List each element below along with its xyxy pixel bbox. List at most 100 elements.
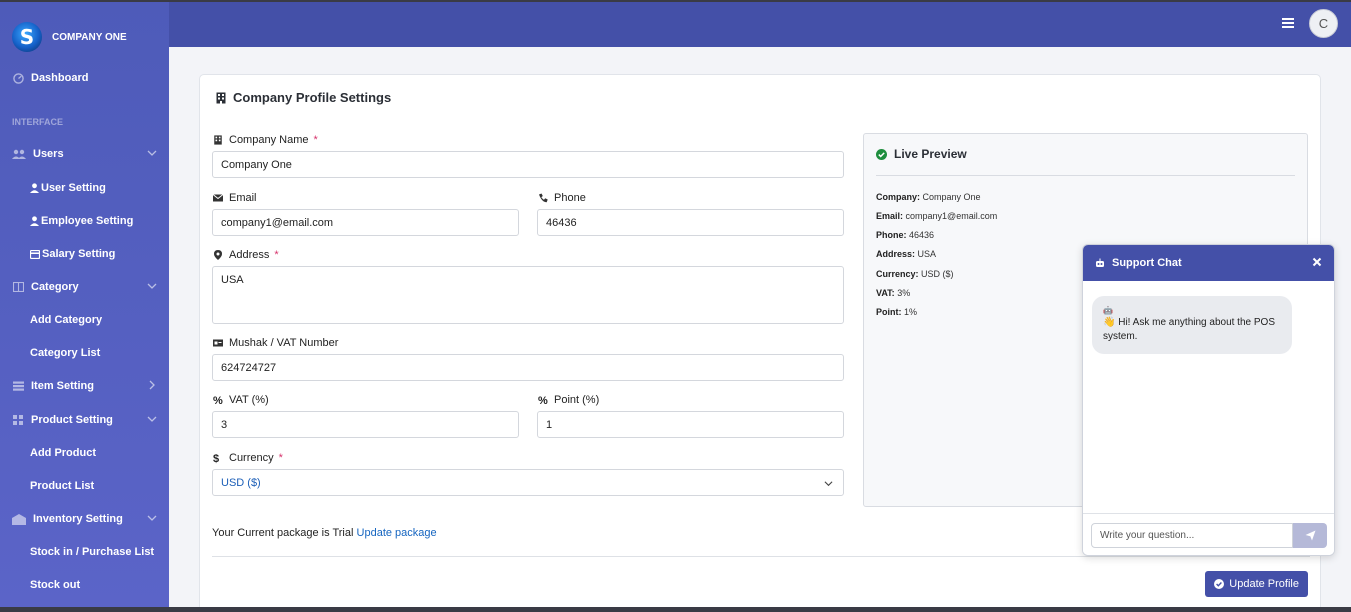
chat-input-bar: Write your question... [1083,513,1334,555]
address-label: Address * [213,249,279,261]
sidebar-heading: INTERFACE [12,117,64,127]
preview-address: Address: USA [876,249,937,259]
sidebar-item-label: Add Product [30,447,96,459]
currency-selected-value: USD ($) [221,476,261,489]
sidebar-item-category[interactable]: Category [0,276,169,298]
sidebar-item-product-list[interactable]: Product List [30,476,94,496]
support-chat-title: Support Chat [1112,257,1182,269]
required-mark: * [313,134,318,146]
list-icon [12,380,24,392]
wallet-icon [30,249,41,259]
sidebar-item-add-category[interactable]: Add Category [30,310,102,330]
phone-field[interactable]: 46436 [537,209,844,236]
top-bar: C [169,2,1351,47]
vat-number-label: Mushak / VAT Number [213,337,338,349]
sidebar-item-stock-out[interactable]: Stock out [30,575,80,595]
company-name-input[interactable]: Company One [212,151,844,178]
page-title: Company Profile Settings [216,90,391,105]
paper-plane-icon [1305,530,1315,541]
preview-currency: Currency: USD ($) [876,269,954,279]
sidebar-item-label: Add Category [30,314,103,326]
company-logo: S [12,22,42,52]
page-title-text: Company Profile Settings [233,90,392,105]
sidebar-item-label: Product Setting [31,414,113,426]
email-field[interactable]: company1@email.com [212,209,519,236]
currency-select[interactable]: USD ($) [212,469,844,496]
update-profile-button[interactable]: Update Profile [1205,571,1308,597]
chat-message-bubble: 🤖 👋 Hi! Ask me anything about the POS sy… [1092,296,1292,354]
chevron-down-icon [147,515,157,521]
sidebar-item-dashboard[interactable]: Dashboard [0,67,169,89]
chevron-down-icon [147,416,157,422]
email-label: Email [213,192,257,204]
close-icon[interactable] [1311,256,1323,268]
preview-vat: VAT: 3% [876,288,911,298]
envelope-icon [213,194,223,202]
chevron-down-icon [147,150,157,156]
id-card-icon [213,339,223,347]
vat-percent-input[interactable]: 3 [212,411,519,438]
sidebar-item-user-setting[interactable]: User Setting [30,178,106,198]
company-name: COMPANY ONE [52,31,127,43]
sidebar-item-label: Inventory Setting [33,513,123,525]
point-percent-label: % Point (%) [538,394,600,407]
columns-icon [12,281,24,293]
phone-label: Phone [538,192,586,204]
preview-point: Point: 1% [876,307,918,317]
vat-number-input[interactable]: 624724727 [212,354,844,381]
support-chat-header: Support Chat [1083,245,1334,281]
dollar-icon: $ [213,453,220,465]
vat-percent-label: % VAT (%) [213,394,269,407]
sidebar-item-label: Users [33,148,64,160]
currency-label: $ Currency * [213,452,283,465]
address-textarea[interactable]: USA [212,266,844,324]
brand[interactable]: S COMPANY ONE [12,22,127,52]
menu-toggle-icon[interactable] [1282,18,1294,28]
grid-icon [12,414,24,426]
avatar[interactable]: C [1309,9,1338,38]
sidebar-item-label: Dashboard [31,72,89,84]
chat-question-input[interactable]: Write your question... [1091,523,1293,548]
update-package-link[interactable]: Update package [357,527,437,539]
sidebar-item-users[interactable]: Users [0,143,169,165]
sidebar-item-label: User Setting [41,182,106,194]
sidebar-item-employee-setting[interactable]: Employee Setting [30,211,133,231]
package-text: Your Current package is Trial [212,527,354,539]
live-preview-title: Live Preview [876,147,967,161]
percent-icon: % [213,395,223,407]
sidebar-item-label: Employee Setting [41,215,134,227]
divider [876,175,1295,176]
sidebar-item-stock-in[interactable]: Stock in / Purchase List [30,542,154,562]
sidebar-item-product-setting[interactable]: Product Setting [0,409,169,431]
users-icon [12,148,26,160]
window-top-edge [0,0,1351,2]
point-percent-input[interactable]: 1 [537,411,844,438]
preview-email: Email: company1@email.com [876,211,998,221]
divider [212,556,1310,557]
phone-icon [539,193,548,203]
required-mark: * [278,452,283,464]
send-button[interactable] [1293,523,1327,548]
sidebar-item-label: Category [31,281,79,293]
package-info: Your Current package is Trial Update pac… [212,527,437,539]
building-icon [214,135,222,145]
robot-icon: 🤖 [1103,306,1113,315]
chevron-down-icon [824,481,833,487]
sidebar-item-label: Stock out [30,579,81,591]
dashboard-icon [12,72,24,84]
building-icon [216,92,226,104]
sidebar-item-category-list[interactable]: Category List [30,343,100,363]
sidebar-item-item-setting[interactable]: Item Setting [0,375,169,397]
sidebar-item-add-product[interactable]: Add Product [30,443,96,463]
sidebar-item-salary-setting[interactable]: Salary Setting [30,244,115,264]
sidebar-item-label: Salary Setting [42,248,116,260]
support-chat-widget: Support Chat 🤖 👋 Hi! Ask me anything abo… [1082,244,1335,556]
sidebar: S COMPANY ONE Dashboard INTERFACE Users … [0,2,169,608]
sidebar-item-label: Stock in / Purchase List [30,546,155,558]
robot-icon [1096,258,1104,267]
percent-icon: % [538,395,548,407]
sidebar-item-label: Item Setting [31,380,94,392]
sidebar-item-inventory-setting[interactable]: Inventory Setting [0,508,169,530]
chevron-down-icon [147,283,157,289]
required-mark: * [274,249,279,261]
